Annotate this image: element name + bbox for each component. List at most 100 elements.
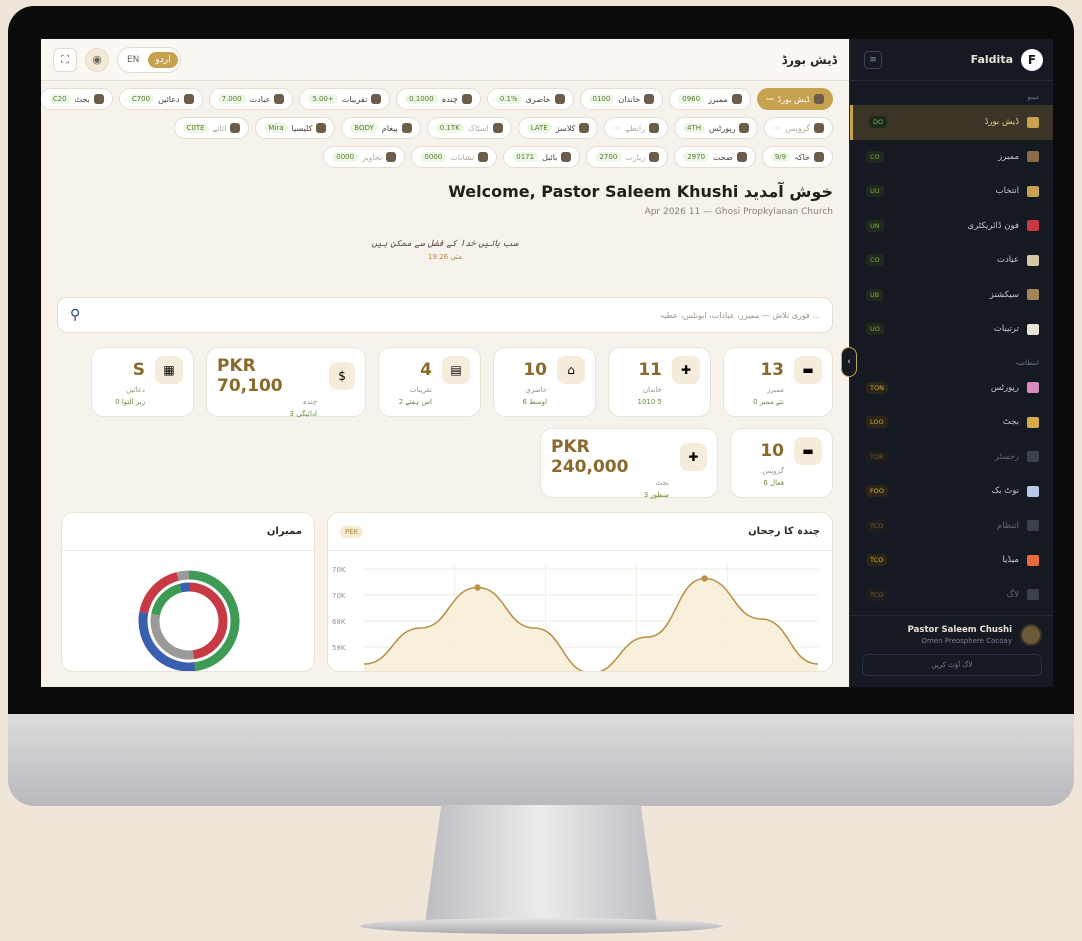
quick-nav-chip[interactable]: گروپس	[764, 117, 833, 139]
fullscreen-icon[interactable]: ⛶	[53, 47, 77, 72]
stat-card[interactable]: 4 ▤ تقریبات 2 اس ہفتے	[378, 347, 481, 417]
chip-count: 0100	[588, 94, 615, 104]
chip-label: تقریبات	[341, 94, 368, 104]
stat-label: ممبرز	[766, 386, 784, 394]
quick-nav-chip[interactable]: 4TH رپورٹس	[673, 117, 759, 139]
theme-icon[interactable]: ◉	[85, 47, 109, 72]
quick-nav-chip[interactable]: 0000 نشانات	[411, 146, 498, 168]
sidebar: ≡ Faldita F مینو DO ڈیش بورڈ CO ممبرز UU انتخ…	[849, 39, 1053, 687]
quick-nav-chip[interactable]: LATE کلاسز	[517, 117, 599, 139]
sidebar-item[interactable]: CO عبادت	[850, 243, 1053, 278]
sidebar-item[interactable]: TCO میڈیا	[850, 543, 1053, 578]
sidebar-item[interactable]: FOO نوٹ بک	[850, 474, 1053, 509]
chip-count: 0000	[420, 152, 447, 162]
chip-icon	[731, 94, 742, 104]
sidebar-item[interactable]: UB سیکشنز	[850, 278, 1053, 313]
sidebar-item-label-wrap: ڈیش بورڈ	[985, 116, 1039, 128]
logout-button[interactable]: لاگ آؤٹ کریں	[862, 654, 1042, 676]
sidebar-item-icon	[1027, 382, 1039, 394]
quick-nav-chip[interactable]: 2970 صحت	[674, 146, 756, 168]
donut-slice[interactable]	[176, 570, 190, 581]
sidebar-item[interactable]: CO ممبرز	[850, 140, 1053, 175]
chip-icon	[401, 123, 412, 133]
sidebar-item-badge: TON	[866, 381, 888, 394]
main-content: ⛶ ◉ EN اردو ڈیش بورڈ ڈیش بورڈ 0960 ممبرز 01…	[41, 39, 849, 687]
stat-card[interactable]: 10 ▬ گروپس 6 فعال	[730, 428, 833, 498]
quick-nav-chip[interactable]: 7.000 عبادت	[208, 88, 294, 110]
sidebar-item[interactable]: TOR رجسٹر	[850, 440, 1053, 475]
stat-card[interactable]: 11 ✚ خاندان 1010 5	[608, 347, 711, 417]
quick-nav-chip[interactable]: 9/9 خاکہ	[761, 146, 833, 168]
chip-count: C700	[127, 94, 155, 104]
menu-icon[interactable]: ≡	[864, 50, 882, 69]
quick-nav-chip[interactable]: 0171 بائبل	[503, 146, 581, 168]
sidebar-item-label: بجٹ	[1002, 417, 1019, 428]
data-point[interactable]	[474, 584, 481, 591]
donut-slice[interactable]	[188, 582, 228, 660]
stat-card[interactable]: S ▦ دعائیں 0 زیر التوا	[91, 347, 194, 417]
sidebar-item[interactable]: TCO انتظام	[850, 509, 1053, 544]
welcome-block: Welcome, Pastor Saleem Khushi خوش آمدید …	[41, 182, 849, 217]
chip-label: صحت	[713, 152, 733, 162]
quick-nav-chip[interactable]: C20 بجٹ	[41, 88, 113, 110]
chip-count: 5.00+	[308, 94, 338, 104]
sidebar-item-label-wrap: ترتیبات	[994, 323, 1039, 335]
quick-nav-chip[interactable]: 5.00+ تقریبات	[299, 88, 391, 110]
chip-count: 7.000	[217, 94, 246, 104]
chip-row: ڈیش بورڈ 0960 ممبرز 0100 خاندان 0.1% حاضری 0.10…	[41, 88, 833, 110]
quick-nav-chip[interactable]: Mira کلیسیا	[255, 117, 336, 139]
sidebar-item[interactable]: DO ڈیش بورڈ	[850, 105, 1053, 140]
sidebar-item-label-wrap: انتظام	[997, 520, 1039, 532]
chip-label: نشانات	[450, 152, 475, 162]
sidebar-collapse-button[interactable]: ‹	[841, 347, 857, 377]
chart-filter-pill[interactable]: PEK	[340, 525, 364, 538]
quick-nav-chip[interactable]: ڈیش بورڈ	[756, 88, 833, 110]
quick-nav-chip[interactable]: 0960 ممبرز	[669, 88, 751, 110]
quick-nav-chip[interactable]: رابطے	[604, 117, 668, 139]
avatar[interactable]	[1020, 624, 1042, 646]
search-icon[interactable]: ⚲	[70, 307, 80, 323]
sidebar-item-icon	[1027, 520, 1039, 532]
chip-count: C20	[48, 94, 71, 104]
quick-nav-chip[interactable]: C0TE اثاثے	[173, 117, 250, 139]
stat-card[interactable]: 10 ⌂ حاضری 6 اوسط	[493, 347, 596, 417]
quick-nav-chip[interactable]: 0100 خاندان	[579, 88, 664, 110]
sidebar-item-icon	[1027, 416, 1039, 428]
sidebar-item[interactable]: LOO بجٹ	[850, 405, 1053, 440]
search-bar[interactable]: ⚲ فوری تلاش — ممبرز، عبادات، ایونٹس، عطی…	[57, 297, 833, 333]
quick-nav-chip[interactable]: 2700 زیارت	[586, 146, 669, 168]
sidebar-item[interactable]: TCO لاگ	[850, 578, 1053, 613]
stat-card[interactable]: PKR 70,100 $ چندہ 3 ادائیگی	[206, 347, 366, 418]
quick-nav-chip[interactable]: C700 دعائیں	[118, 88, 203, 110]
quick-nav-chip[interactable]: BODY پیغام	[341, 117, 421, 139]
sidebar-item-label: میڈیا	[1002, 555, 1019, 566]
stat-value: 11	[638, 360, 662, 380]
panels-row: PEK چندہ کا رجحان 70K 70K 68K 58K ممبران	[41, 512, 849, 672]
chip-label: پیغام	[381, 123, 398, 133]
language-toggle[interactable]: EN اردو	[117, 46, 181, 73]
data-point[interactable]	[701, 575, 708, 582]
quick-nav-chip[interactable]: 0000 تجاویز	[323, 146, 406, 168]
stat-row: 10 ▬	[741, 437, 822, 465]
lang-ur[interactable]: اردو	[148, 51, 178, 68]
stat-card[interactable]: 13 ▬ ممبرز 0 نئے ممبر	[723, 347, 833, 417]
lang-en[interactable]: EN	[120, 52, 146, 68]
search-input[interactable]: فوری تلاش — ممبرز، عبادات، ایونٹس، عطیہ …	[660, 311, 820, 320]
sidebar-item-badge: UU	[866, 185, 884, 198]
verse-text: سب باتیں خدا کے فضل سے ممکن ہیں	[371, 239, 519, 249]
stat-card[interactable]: PKR 240,000 ✚ بجٹ 3 منظور	[540, 428, 718, 499]
sidebar-item[interactable]: UU انتخاب	[850, 174, 1053, 209]
donut-slice[interactable]	[150, 613, 194, 660]
welcome-title: Welcome, Pastor Saleem Khushi خوش آمدید	[448, 182, 833, 201]
sidebar-item[interactable]: UO ترتیبات	[850, 312, 1053, 347]
quick-nav-chip[interactable]: 0.1TK اسٹاک	[426, 117, 512, 139]
stat-cards-row-1: 13 ▬ ممبرز 0 نئے ممبر 11 ✚ خاندان 1010 5 10 ⌂ حاضر…	[41, 347, 849, 418]
donut-slice[interactable]	[151, 583, 182, 616]
donut-slice[interactable]	[179, 582, 190, 593]
sidebar-item[interactable]: UN فون ڈائریکٹری	[850, 209, 1053, 244]
sidebar-item-label: رجسٹر	[994, 451, 1019, 462]
quick-nav-chip[interactable]: 0.1% حاضری	[486, 88, 574, 110]
sidebar-item[interactable]: TON رپورٹس	[850, 371, 1053, 406]
sidebar-item-icon	[1027, 451, 1039, 463]
quick-nav-chip[interactable]: 0.1000 چندہ	[396, 88, 481, 110]
